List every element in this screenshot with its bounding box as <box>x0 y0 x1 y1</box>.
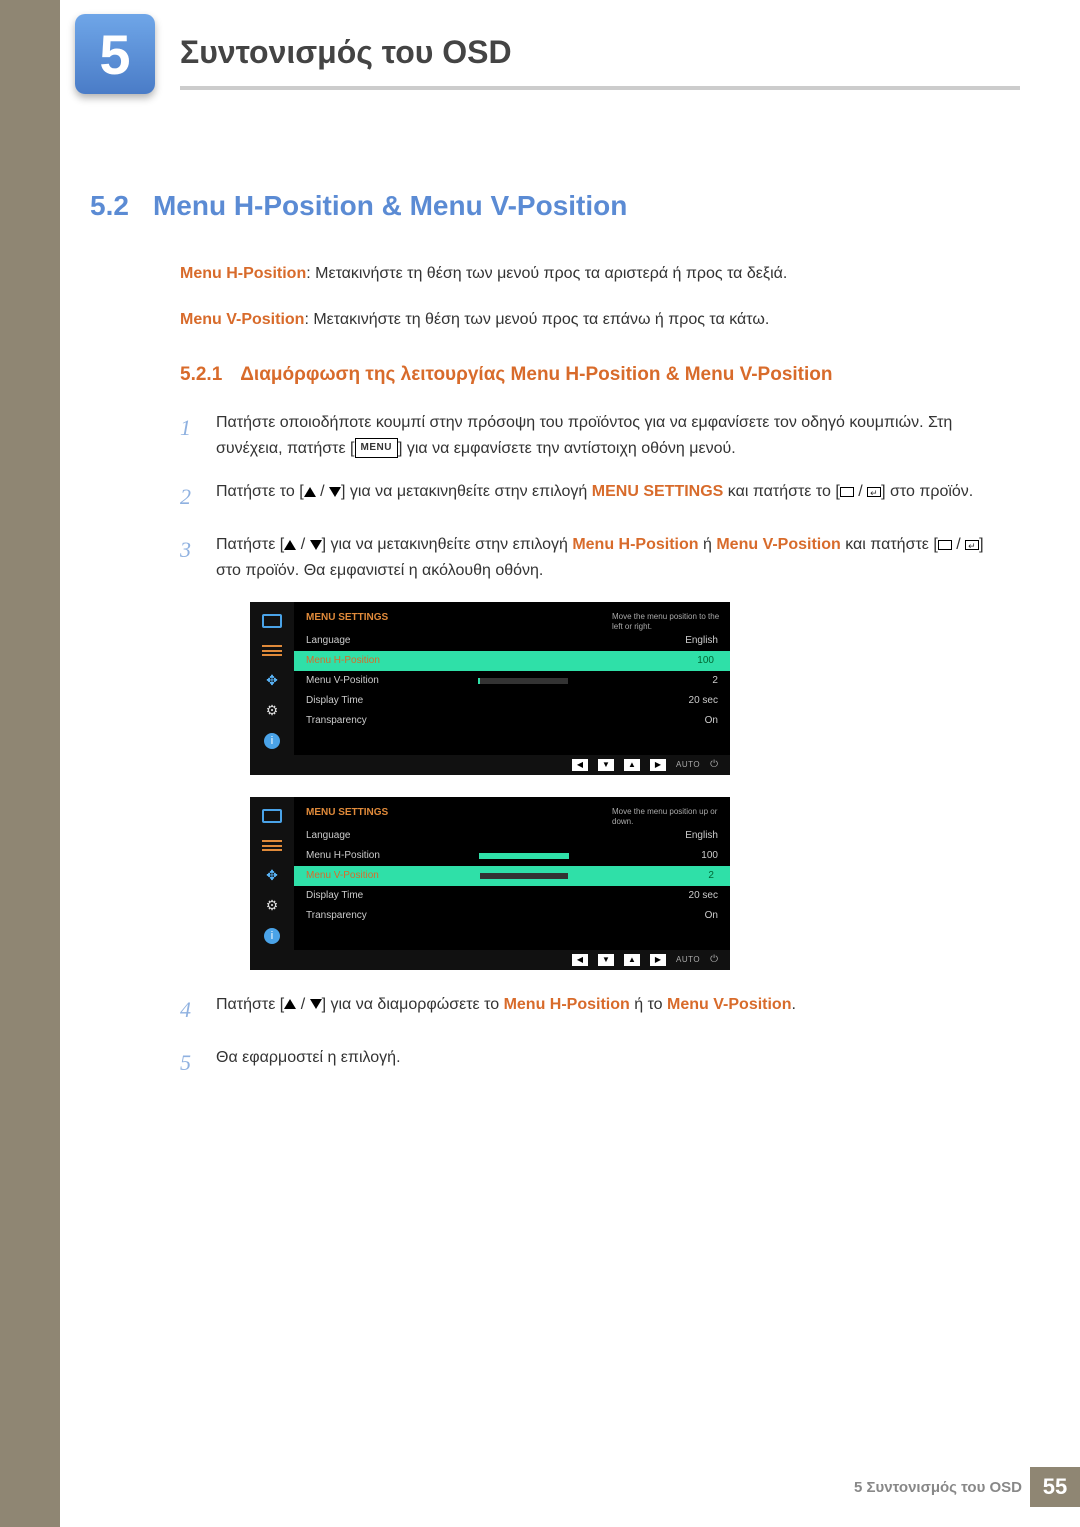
nav-down-icon: ▼ <box>598 759 614 771</box>
step-2-num: 2 <box>180 479 198 514</box>
osd-row-transparency: Transparency On <box>294 711 730 731</box>
triangle-up-icon <box>304 487 316 497</box>
gear-icon: ⚙ <box>261 702 283 720</box>
osd-help-text: Move the menu position to the left or ri… <box>612 612 722 633</box>
footer-text: 5 Συντονισμός του OSD <box>854 1479 1022 1496</box>
list-icon <box>261 837 283 855</box>
slider-bar <box>479 658 569 664</box>
osd-row-language: Language English <box>294 631 730 651</box>
step-1-body: Πατήστε οποιοδήποτε κουμπί στην πρόσοψη … <box>216 410 1010 461</box>
step-4-num: 4 <box>180 992 198 1027</box>
step-3: 3 Πατήστε [ / ] για να μετακινηθείτε στη… <box>180 532 1010 583</box>
power-icon: ⏻ <box>710 954 718 965</box>
desc-h-text: : Μετακινήστε τη θέση των μενού προς τα … <box>306 265 787 282</box>
rect-enter-icon <box>867 487 881 497</box>
osd-help-text: Move the menu position up or down. <box>612 807 722 828</box>
desc-v: Menu V-Position: Μετακινήστε τη θέση των… <box>180 308 1010 332</box>
list-icon <box>261 642 283 660</box>
footer-page-number: 55 <box>1030 1467 1080 1507</box>
nav-down-icon: ▼ <box>598 954 614 966</box>
slider-bar <box>478 873 568 879</box>
move-icon: ✥ <box>261 867 283 885</box>
osd-row-v-position: Menu V-Position 2 <box>294 671 730 691</box>
osd-icon-column: ✥ ⚙ i <box>250 602 294 775</box>
osd-row-display-time: Display Time 20 sec <box>294 886 730 906</box>
info-icon: i <box>261 927 283 945</box>
osd-panel: ✥ ⚙ i MENU SETTINGS Language English Men… <box>250 602 730 775</box>
subsection-heading: 5.2.1 Διαμόρφωση της λειτουργίας Menu H-… <box>180 364 1010 386</box>
triangle-up-icon <box>284 999 296 1009</box>
osd-row-v-position: Menu V-Position 2 <box>294 866 730 886</box>
slider-bar <box>478 678 568 684</box>
triangle-down-icon <box>329 487 341 497</box>
slider-bar <box>479 853 569 859</box>
step-1-num: 1 <box>180 410 198 461</box>
auto-label: AUTO <box>676 955 700 964</box>
nav-right-icon: ▶ <box>650 954 666 966</box>
step-3-num: 3 <box>180 532 198 583</box>
rect-icon <box>840 487 854 497</box>
step-2: 2 Πατήστε το [ / ] για να μετακινηθείτε … <box>180 479 1010 514</box>
nav-up-icon: ▲ <box>624 954 640 966</box>
rect-enter-icon <box>965 540 979 550</box>
power-icon: ⏻ <box>710 759 718 770</box>
nav-left-icon: ◀ <box>572 759 588 771</box>
nav-right-icon: ▶ <box>650 759 666 771</box>
page-footer: 5 Συντονισμός του OSD 55 <box>60 1467 1080 1507</box>
osd-panel: ✥ ⚙ i MENU SETTINGS Language English Men… <box>250 797 730 970</box>
desc-h: Menu H-Position: Μετακινήστε τη θέση των… <box>180 262 1010 286</box>
sidebar-stripe <box>0 0 60 1527</box>
osd-footer: ◀ ▼ ▲ ▶ AUTO ⏻ <box>294 950 730 970</box>
osd-row-h-position: Menu H-Position 100 <box>294 846 730 866</box>
monitor-icon <box>261 612 283 630</box>
chapter-number: 5 <box>99 22 130 87</box>
osd-screenshot-1: ✥ ⚙ i MENU SETTINGS Language English Men… <box>250 602 1010 775</box>
desc-v-label: Menu V-Position <box>180 311 304 328</box>
step-5: 5 Θα εφαρμοστεί η επιλογή. <box>180 1045 1010 1080</box>
menu-button-inline: MENU <box>355 438 398 458</box>
osd-row-transparency: Transparency On <box>294 906 730 926</box>
desc-v-text: : Μετακινήστε τη θέση των μενού προς τα … <box>304 311 769 328</box>
rect-icon <box>938 540 952 550</box>
chapter-badge: 5 <box>75 14 155 94</box>
desc-h-label: Menu H-Position <box>180 265 306 282</box>
osd-row-h-position: Menu H-Position 100 <box>294 651 730 671</box>
step-3-body: Πατήστε [ / ] για να μετακινηθείτε στην … <box>216 532 1010 583</box>
section-title: Menu H-Position & Menu V-Position <box>153 190 627 222</box>
triangle-up-icon <box>284 540 296 550</box>
nav-up-icon: ▲ <box>624 759 640 771</box>
auto-label: AUTO <box>676 760 700 769</box>
nav-left-icon: ◀ <box>572 954 588 966</box>
section-heading: 5.2 Menu H-Position & Menu V-Position <box>90 190 1010 222</box>
osd-footer: ◀ ▼ ▲ ▶ AUTO ⏻ <box>294 755 730 775</box>
info-icon: i <box>261 732 283 750</box>
monitor-icon <box>261 807 283 825</box>
osd-screenshot-2: ✥ ⚙ i MENU SETTINGS Language English Men… <box>250 797 1010 970</box>
step-4-body: Πατήστε [ / ] για να διαμορφώσετε το Men… <box>216 992 1010 1027</box>
triangle-down-icon <box>310 999 322 1009</box>
triangle-down-icon <box>310 540 322 550</box>
section-number: 5.2 <box>90 190 129 222</box>
chapter-title: Συντονισμός του OSD <box>180 34 512 71</box>
content: 5.2 Menu H-Position & Menu V-Position Me… <box>90 190 1010 1098</box>
step-5-num: 5 <box>180 1045 198 1080</box>
osd-row-display-time: Display Time 20 sec <box>294 691 730 711</box>
step-4: 4 Πατήστε [ / ] για να διαμορφώσετε το M… <box>180 992 1010 1027</box>
title-underline <box>180 86 1020 90</box>
osd-icon-column: ✥ ⚙ i <box>250 797 294 970</box>
step-5-body: Θα εφαρμοστεί η επιλογή. <box>216 1045 1010 1080</box>
step-1: 1 Πατήστε οποιοδήποτε κουμπί στην πρόσοψ… <box>180 410 1010 461</box>
osd-row-language: Language English <box>294 826 730 846</box>
subsection-number: 5.2.1 <box>180 364 222 386</box>
step-2-body: Πατήστε το [ / ] για να μετακινηθείτε στ… <box>216 479 1010 514</box>
move-icon: ✥ <box>261 672 283 690</box>
subsection-title: Διαμόρφωση της λειτουργίας Menu H-Positi… <box>240 364 832 386</box>
gear-icon: ⚙ <box>261 897 283 915</box>
